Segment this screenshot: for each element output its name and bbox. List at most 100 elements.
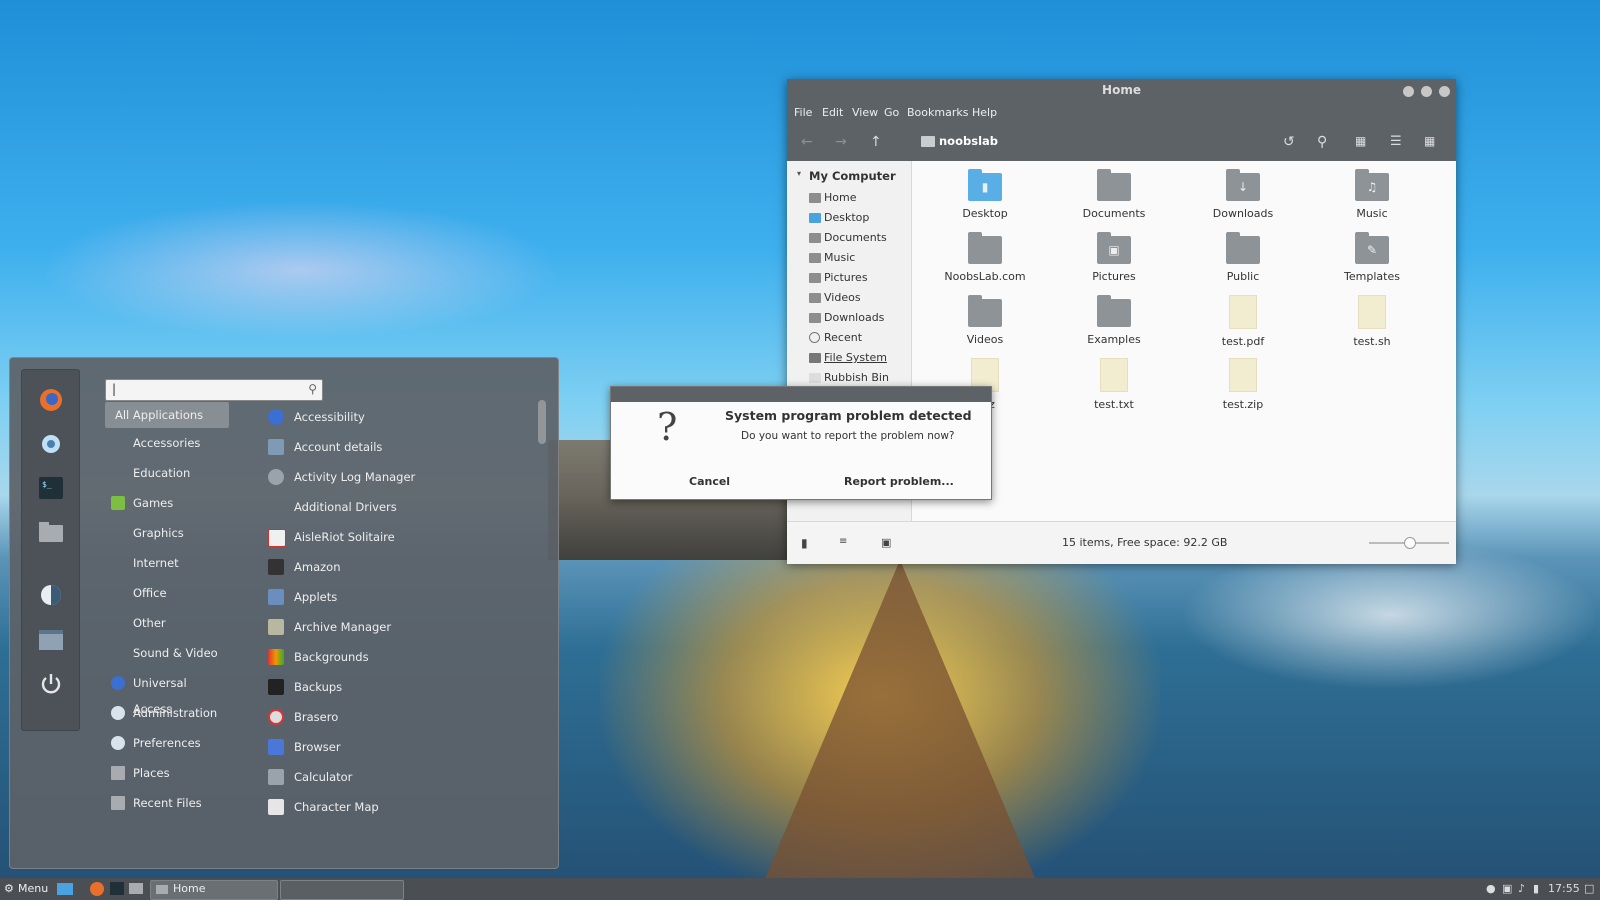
category-education[interactable]: Education	[105, 460, 229, 486]
volume-icon[interactable]: ♪	[1518, 882, 1525, 895]
category-graphics[interactable]: Graphics	[105, 520, 229, 546]
file-item[interactable]: Videos	[930, 295, 1040, 346]
notifications-icon[interactable]: □	[1584, 882, 1594, 895]
app-backgrounds[interactable]: Backgrounds	[268, 644, 369, 670]
menu-view[interactable]: View	[852, 101, 878, 125]
cancel-button[interactable]: Cancel	[689, 475, 730, 488]
report-problem-button[interactable]: Report problem...	[844, 475, 954, 488]
file-item[interactable]: ↓ Downloads	[1188, 169, 1298, 220]
app-calculator[interactable]: Calculator	[268, 764, 352, 790]
sidebar-item-pictures[interactable]: Pictures	[809, 269, 868, 287]
category-office[interactable]: Office	[105, 580, 229, 606]
app-account-details[interactable]: Account details	[268, 434, 382, 460]
sidebar-item-desktop[interactable]: Desktop	[809, 209, 869, 227]
category-sound-video[interactable]: Sound & Video	[105, 640, 229, 666]
app-accessibility[interactable]: Accessibility	[268, 404, 365, 430]
clock[interactable]: 17:55	[1548, 882, 1580, 895]
user-icon[interactable]: ●	[1486, 882, 1496, 895]
menu-file[interactable]: File	[794, 101, 812, 125]
file-item[interactable]: test.txt	[1059, 358, 1169, 411]
app-backups[interactable]: Backups	[268, 674, 342, 700]
taskbar-window-home[interactable]: Home	[150, 880, 278, 900]
file-item[interactable]: NoobsLab.com	[930, 232, 1040, 283]
sidebar-item-home[interactable]: Home	[809, 189, 856, 207]
app-aisleriot-solitaire[interactable]: AisleRiot Solitaire	[268, 524, 395, 550]
terminal-launcher-icon[interactable]	[110, 882, 124, 895]
menu-button[interactable]: Menu	[18, 878, 48, 900]
file-item[interactable]: ♫ Music	[1317, 169, 1427, 220]
category-administration[interactable]: Administration	[105, 700, 229, 726]
app-brasero[interactable]: Brasero	[268, 704, 338, 730]
taskbar-window-slot[interactable]	[280, 880, 404, 900]
app-applets[interactable]: Applets	[268, 584, 337, 610]
compact-view-icon[interactable]: ▦	[1424, 134, 1435, 148]
file-item[interactable]: ✎ Templates	[1317, 232, 1427, 283]
close-button[interactable]	[1439, 86, 1450, 97]
firefox-icon[interactable]	[37, 386, 65, 414]
show-desktop-icon[interactable]	[57, 883, 73, 895]
category-accessories[interactable]: Accessories	[105, 430, 229, 456]
sidebar-item-downloads[interactable]: Downloads	[809, 309, 884, 327]
hide-sidebar-icon[interactable]: ▣	[881, 536, 891, 549]
menu-bookmarks[interactable]: Bookmarks	[907, 101, 968, 125]
category-preferences[interactable]: Preferences	[105, 730, 229, 756]
search-input[interactable]: |	[112, 382, 116, 396]
file-item[interactable]: test.pdf	[1188, 295, 1298, 348]
file-item[interactable]: ▮ Desktop	[930, 169, 1040, 220]
category-games[interactable]: Games	[105, 490, 229, 516]
file-item[interactable]: Examples	[1059, 295, 1169, 346]
app-browser[interactable]: Browser	[268, 734, 341, 760]
search-icon[interactable]: ⚲	[308, 382, 317, 396]
battery-icon[interactable]: ▮	[1533, 882, 1539, 895]
path-crumb[interactable]: noobslab	[939, 134, 998, 148]
category-places[interactable]: Places	[105, 760, 229, 786]
category-other[interactable]: Other	[105, 610, 229, 636]
category-universal-access[interactable]: Universal Access	[105, 670, 229, 716]
app-amazon[interactable]: Amazon	[268, 554, 340, 580]
app-activity-log-manager[interactable]: Activity Log Manager	[268, 464, 415, 490]
power-icon[interactable]	[37, 670, 65, 698]
category-recent-files[interactable]: Recent Files	[105, 790, 229, 816]
network-icon[interactable]: ▣	[1502, 882, 1512, 895]
settings-icon[interactable]	[37, 430, 65, 458]
menu-go[interactable]: Go	[884, 101, 899, 125]
icon-view-icon[interactable]: ▦	[1355, 134, 1366, 148]
toggle-location-icon[interactable]: ↺	[1283, 134, 1295, 150]
menu-edit[interactable]: Edit	[822, 101, 843, 125]
list-view-icon[interactable]: ☰	[1390, 134, 1402, 149]
category-all-applications[interactable]: All Applications	[105, 402, 229, 428]
expand-icon[interactable]: ▾	[797, 169, 801, 178]
zoom-slider-handle[interactable]	[1404, 537, 1416, 549]
search-icon[interactable]: ⚲	[1317, 134, 1327, 150]
display-icon[interactable]	[37, 581, 65, 609]
files-icon[interactable]	[37, 518, 65, 546]
sidebar-item-videos[interactable]: Videos	[809, 289, 861, 307]
sidebar-item-recent[interactable]: Recent	[809, 329, 862, 347]
files-launcher-icon[interactable]	[129, 883, 143, 894]
menu-search-box[interactable]: | ⚲	[105, 379, 323, 401]
window-icon[interactable]	[37, 626, 65, 654]
menu-gear-icon[interactable]: ⚙	[4, 878, 14, 900]
minimize-button[interactable]	[1403, 86, 1414, 97]
back-arrow-icon[interactable]: ←	[801, 134, 813, 150]
maximize-button[interactable]	[1421, 86, 1432, 97]
up-arrow-icon[interactable]: ↑	[870, 134, 882, 150]
menu-scrollbar[interactable]	[538, 400, 546, 444]
sidebar-item-file-system[interactable]: File System	[809, 349, 887, 367]
show-treeview-icon[interactable]: ≡	[839, 536, 847, 547]
file-item[interactable]: test.zip	[1188, 358, 1298, 411]
app-archive-manager[interactable]: Archive Manager	[268, 614, 391, 640]
forward-arrow-icon[interactable]: →	[835, 134, 847, 150]
app-character-map[interactable]: Character Map	[268, 794, 379, 820]
file-item[interactable]: test.sh	[1317, 295, 1427, 348]
location-bar[interactable]	[921, 136, 935, 147]
sidebar-item-rubbish-bin[interactable]: Rubbish Bin	[809, 369, 889, 387]
app-additional-drivers[interactable]: Additional Drivers	[268, 494, 397, 520]
show-places-icon[interactable]: ▮	[801, 536, 808, 550]
file-item[interactable]: ▣ Pictures	[1059, 232, 1169, 283]
file-item[interactable]: Documents	[1059, 169, 1169, 220]
sidebar-item-music[interactable]: Music	[809, 249, 855, 267]
terminal-icon[interactable]: $_	[37, 474, 65, 502]
firefox-launcher-icon[interactable]	[90, 882, 104, 896]
category-internet[interactable]: Internet	[105, 550, 229, 576]
